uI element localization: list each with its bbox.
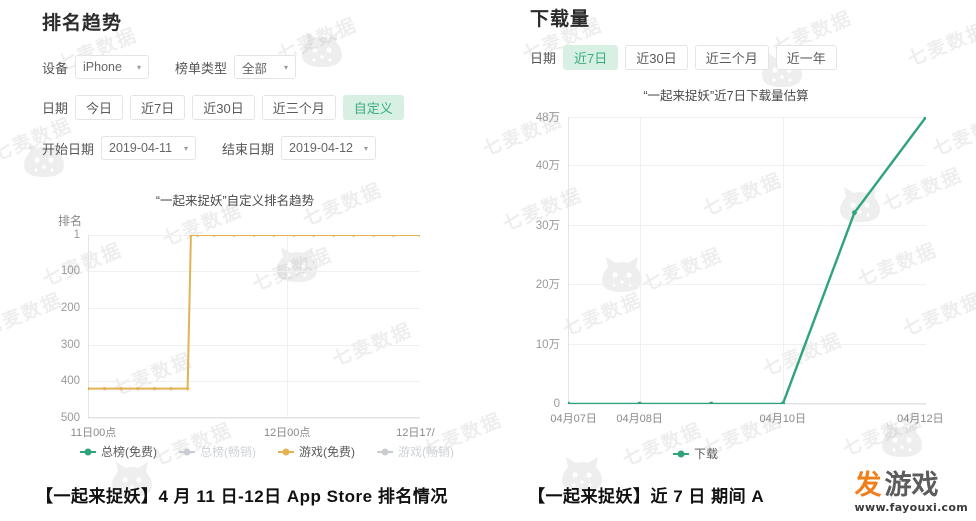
list-type-select[interactable]: 全部 ▾	[234, 55, 297, 79]
legend-marker-icon	[278, 448, 294, 455]
device-select[interactable]: iPhone ▾	[75, 55, 150, 79]
plot-area	[568, 117, 926, 405]
x-axis-tick: 04月10日	[759, 413, 807, 425]
legend-item[interactable]: 总榜(免费)	[80, 443, 157, 460]
legend-label: 游戏(畅销)	[398, 445, 454, 459]
fayouxi-logo: 发 游戏 www.fayouxi.com	[855, 472, 968, 514]
chevron-down-icon: ▾	[284, 62, 289, 72]
downloads-date-option-1year[interactable]: 近一年	[775, 45, 837, 70]
y-axis-tick: 30万	[535, 219, 560, 232]
x-axis-tick: 11日00点	[70, 427, 117, 439]
filter-row-downloads-date: 日期 近7日 近30日 近三个月 近一年	[530, 45, 844, 70]
legend-label: 游戏(免费)	[299, 445, 355, 459]
rank-trend-chart: “一起来捉妖”自定义排名趋势 排名 1 100 200 300 400 500 11日00点…	[40, 190, 435, 439]
date-option-7days[interactable]: 近7日	[130, 95, 186, 120]
downloads-date-option-3months[interactable]: 近三个月	[694, 45, 769, 70]
filter-row-date-range: 日期 今日 近7日 近30日 近三个月 自定义	[42, 95, 411, 120]
date-option-today[interactable]: 今日	[75, 95, 124, 120]
x-axis-tick: 12日17/	[396, 427, 435, 439]
y-axis-tick: 40万	[535, 159, 560, 172]
downloads-date-option-30days[interactable]: 近30日	[625, 45, 688, 70]
x-axis-tick: 04月07日	[550, 413, 597, 425]
legend-item[interactable]: 游戏(免费)	[278, 443, 355, 460]
legend-marker-icon	[377, 448, 393, 455]
list-type-select-value: 全部	[242, 61, 268, 76]
series-lines	[568, 117, 926, 404]
device-label: 设备	[42, 60, 69, 76]
chevron-down-icon: ▾	[184, 143, 189, 153]
logo-url: www.fayouxi.com	[854, 501, 968, 514]
y-axis-tick: 48万	[535, 112, 560, 124]
x-axis-tick: 12日00点	[263, 427, 311, 439]
y-axis-tick: 200	[60, 301, 80, 314]
start-date-select[interactable]: 2019-04-11 ▾	[101, 136, 197, 160]
plot-area	[88, 235, 420, 419]
logo-youxi-chars: 游戏	[884, 470, 939, 501]
legend-label: 总榜(免费)	[101, 445, 157, 459]
start-date-label: 开始日期	[42, 141, 95, 157]
downloads-panel: 下载量 日期 近7日 近30日 近三个月 近一年 “一起来捉妖”近7日下载量估算…	[488, 0, 976, 506]
list-type-label: 榜单类型	[175, 60, 228, 76]
device-select-value: iPhone	[83, 60, 122, 74]
legend-label: 总榜(畅销)	[200, 445, 256, 459]
filter-row-custom-dates: 开始日期 2019-04-11 ▾ 结束日期 2019-04-12 ▾	[42, 136, 380, 160]
filter-row-device: 设备 iPhone ▾ 榜单类型 全部 ▾	[42, 55, 300, 79]
y-axis-tick: 20万	[535, 279, 560, 292]
rank-chart-legend: 总榜(免费) 总榜(畅销) 游戏(免费) 游戏(畅销)	[80, 443, 476, 460]
end-date-label: 结束日期	[222, 141, 275, 157]
y-axis-tick: 1	[73, 229, 80, 241]
date-option-custom[interactable]: 自定义	[342, 95, 404, 120]
y-axis-tick: 10万	[535, 339, 560, 352]
page-title-downloads: 下载量	[530, 9, 591, 30]
caption-right: 【一起来捉妖】近 7 日 期间 A	[528, 487, 765, 506]
y-axis-tick: 0	[553, 398, 560, 410]
end-date-value: 2019-04-12	[289, 141, 353, 155]
gridline-horizontal	[88, 418, 420, 419]
end-date-select[interactable]: 2019-04-12 ▾	[281, 136, 377, 160]
gridline-horizontal	[568, 404, 926, 405]
chevron-down-icon: ▾	[364, 143, 369, 153]
downloads-date-option-7days[interactable]: 近7日	[563, 45, 619, 70]
series-lines	[88, 235, 420, 391]
page-title-rank-trend: 排名趋势	[42, 13, 123, 34]
legend-marker-icon	[673, 450, 689, 457]
logo-fa-char: 发	[854, 470, 882, 501]
downloads-chart-legend: 下载	[673, 445, 740, 462]
chevron-down-icon: ▾	[137, 62, 142, 72]
date-option-3months[interactable]: 近三个月	[261, 95, 336, 120]
downloads-date-label: 日期	[530, 51, 557, 66]
rank-trend-panel: 排名趋势 设备 iPhone ▾ 榜单类型 全部 ▾ 日期 今日 近7日 近30…	[0, 0, 488, 506]
y-axis-tick: 100	[60, 265, 80, 278]
legend-marker-icon	[80, 448, 96, 455]
y-axis-tick: 300	[60, 338, 80, 351]
legend-item[interactable]: 下载	[673, 445, 718, 462]
legend-marker-icon	[179, 448, 195, 455]
legend-item[interactable]: 总榜(畅销)	[179, 443, 256, 460]
x-axis-tick: 04月12日	[897, 413, 944, 425]
x-axis-tick: 04月08日	[616, 413, 663, 425]
y-axis-tick: 500	[60, 412, 80, 424]
y-axis-tick: 400	[60, 375, 80, 388]
legend-item[interactable]: 游戏(畅销)	[377, 443, 454, 460]
date-option-30days[interactable]: 近30日	[192, 95, 255, 120]
date-label: 日期	[42, 101, 69, 116]
legend-label: 下载	[694, 447, 719, 461]
caption-left: 【一起来捉妖】4 月 11 日-12日 App Store 排名情况	[36, 487, 448, 506]
downloads-chart: “一起来捉妖”近7日下载量估算 48万 40万 30万 20万 10万 0 04月07日 04…	[506, 85, 946, 435]
start-date-value: 2019-04-11	[109, 141, 173, 155]
